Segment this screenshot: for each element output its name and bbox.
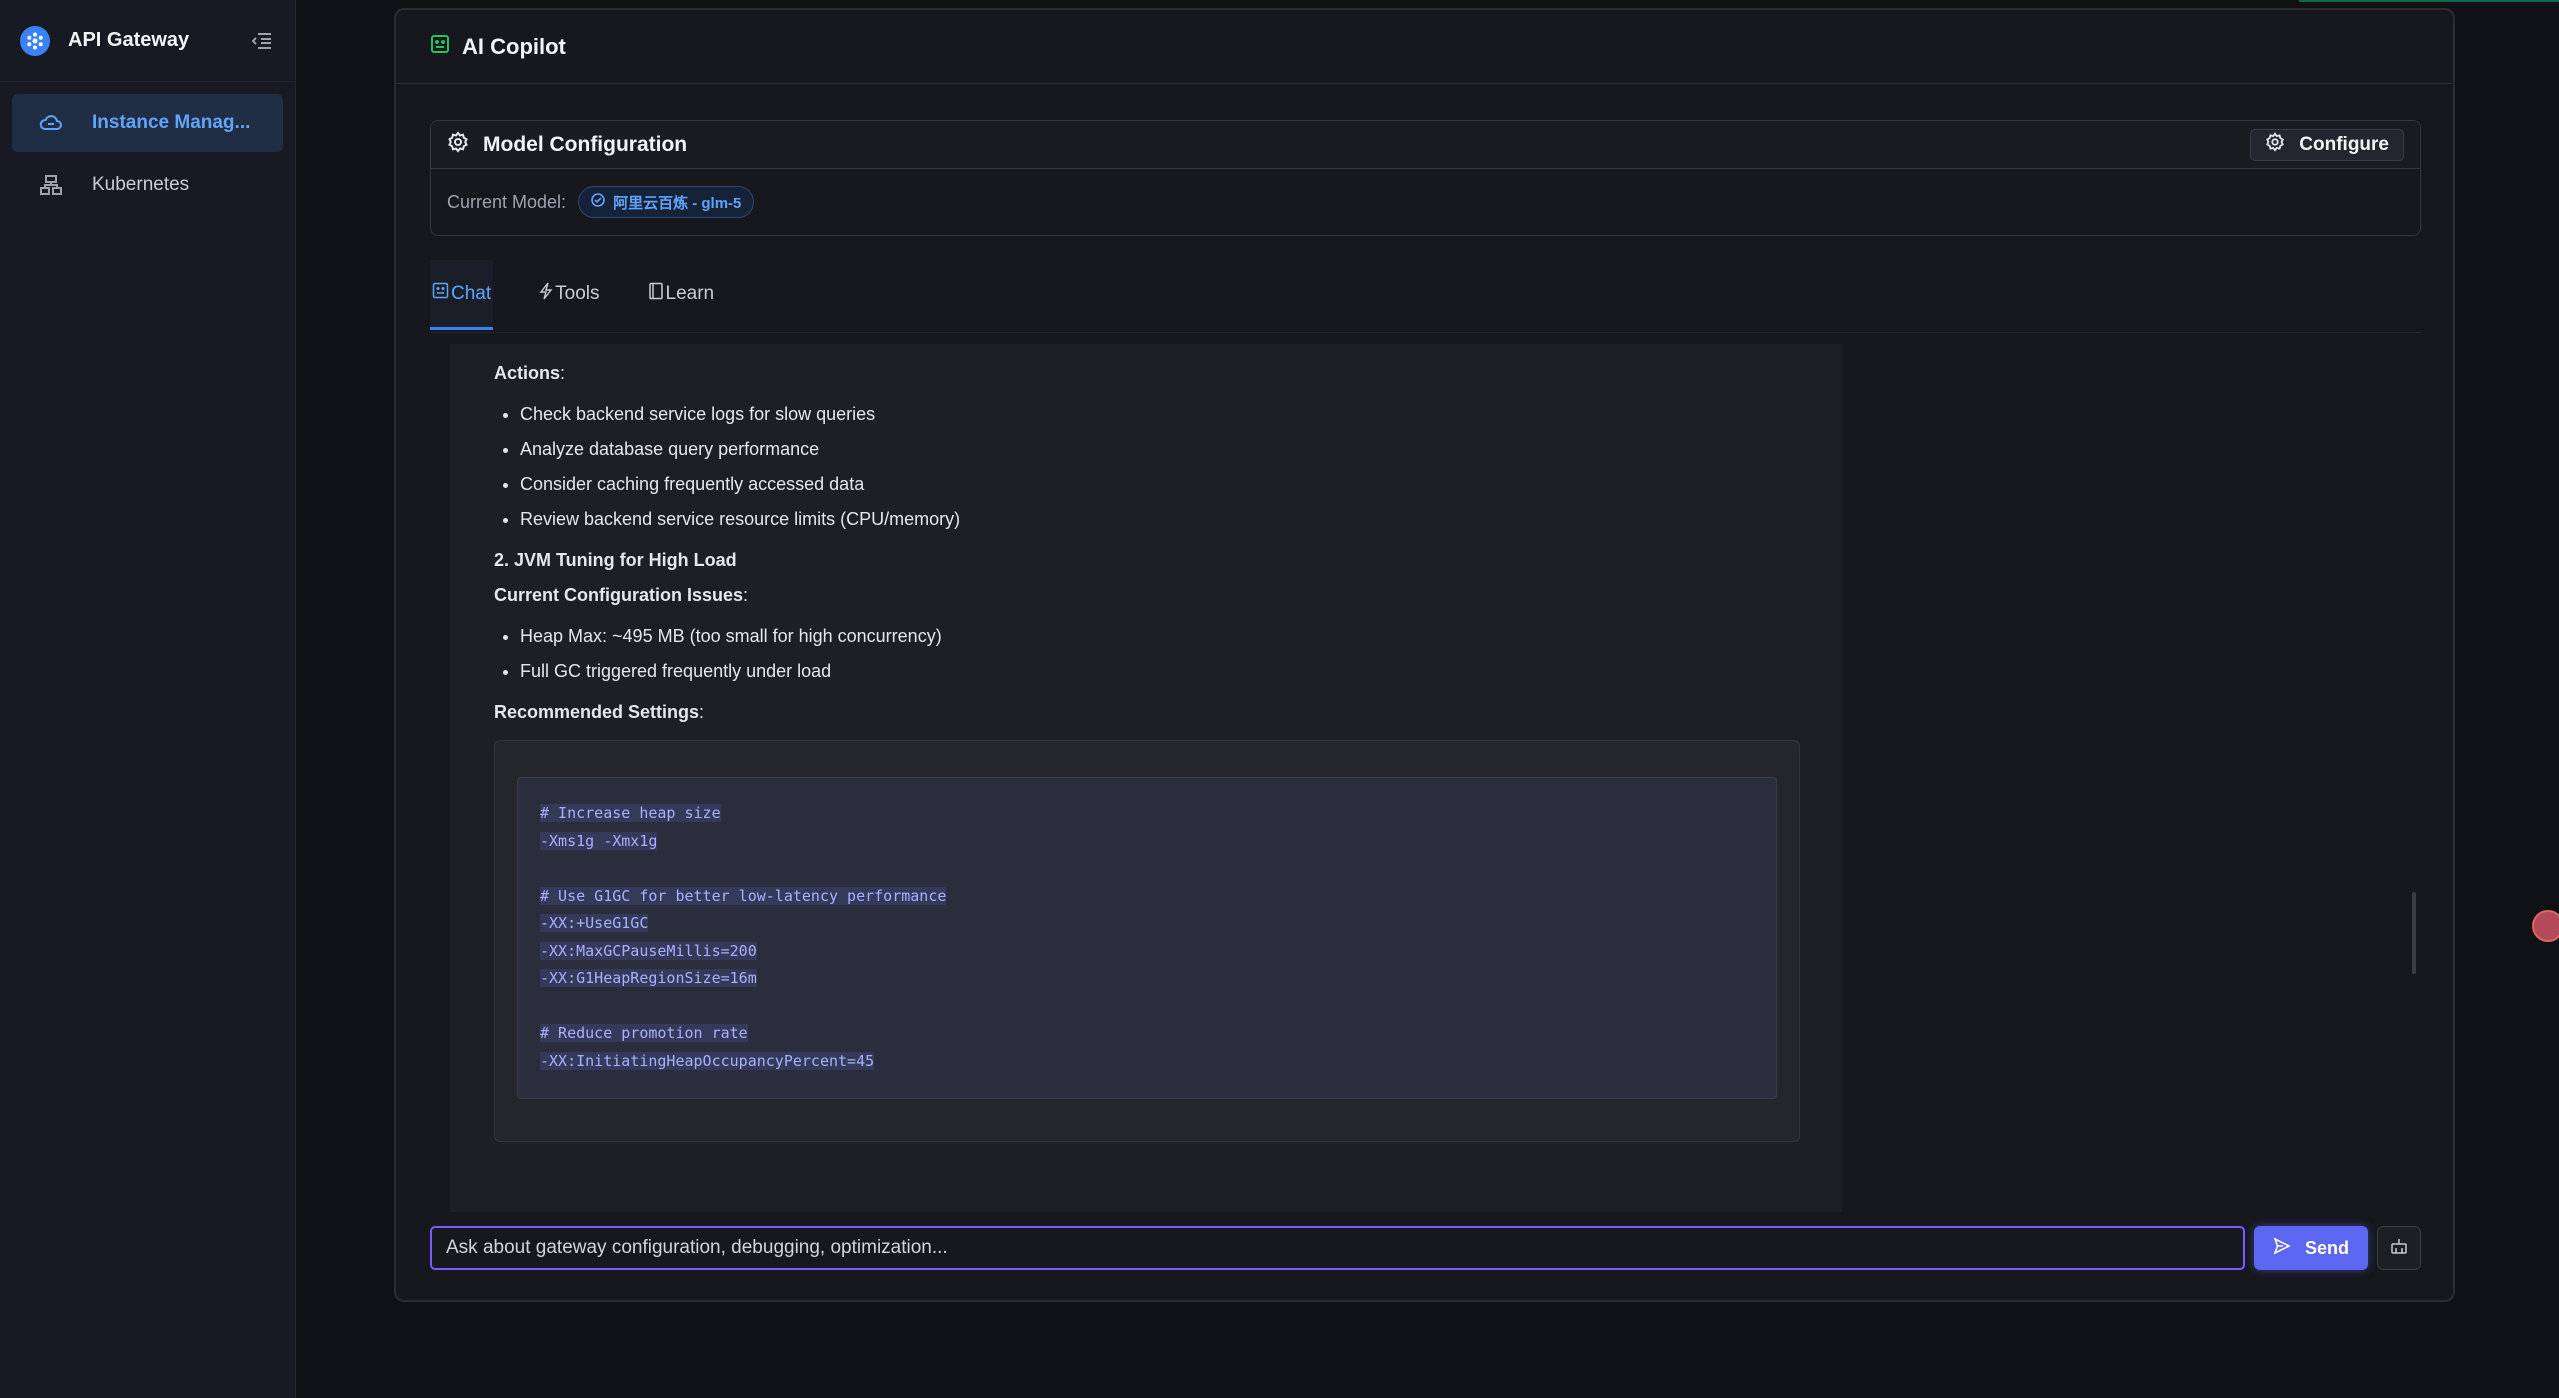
tab-tools[interactable]: Tools: [537, 260, 601, 330]
gear-icon: [2265, 131, 2285, 158]
code-line: # Use G1GC for better low-latency perfor…: [540, 886, 947, 905]
tab-chat[interactable]: Chat: [430, 260, 494, 330]
chat-icon: [432, 282, 449, 305]
code-line: # Increase heap size: [540, 804, 721, 822]
sidebar-item-instance-management[interactable]: Instance Manag...: [12, 94, 283, 152]
clear-chat-button[interactable]: [2377, 1226, 2421, 1270]
model-card-title: Model Configuration: [483, 132, 688, 156]
current-model-tag: 阿里云百炼 - glm-5: [578, 186, 755, 218]
configure-button[interactable]: Configure: [2250, 128, 2404, 161]
issues-list: Heap Max: ~495 MB (too small for high co…: [520, 623, 1798, 685]
list-item: Heap Max: ~495 MB (too small for high co…: [520, 623, 1798, 650]
check-circle-icon: [591, 193, 605, 211]
send-icon: [2273, 1236, 2291, 1260]
list-item: Review backend service resource limits (…: [520, 506, 1798, 533]
tab-label: Chat: [451, 282, 492, 304]
list-item: Full GC triggered frequently under load: [520, 658, 1798, 685]
chat-input[interactable]: [446, 1237, 2229, 1259]
code-line: -XX:+UseG1GC: [540, 914, 649, 932]
tabs-divider: [430, 332, 2421, 333]
lightning-icon: [539, 282, 553, 306]
tab-label: Tools: [555, 282, 600, 304]
model-configuration-card: Model Configuration Configure Current Mo…: [430, 120, 2421, 236]
tab-learn[interactable]: Learn: [646, 260, 717, 330]
gear-icon: [447, 131, 469, 158]
sidebar: API Gateway Instance Manag... Kubernetes: [0, 0, 296, 1398]
floating-assistant-button[interactable]: [2532, 910, 2559, 942]
model-card-header: Model Configuration Configure: [431, 121, 2420, 169]
code-line: -Xms1g -Xmx1g: [540, 831, 658, 850]
code-line: -XX:G1HeapRegionSize=16m: [540, 969, 757, 987]
code-content[interactable]: # Increase heap size -Xms1g -Xmx1g # Use…: [517, 777, 1777, 1099]
list-item: Check backend service logs for slow quer…: [520, 401, 1798, 428]
broom-icon: [2390, 1237, 2408, 1260]
panel-header: AI Copilot: [396, 10, 2453, 84]
book-icon: [648, 282, 664, 306]
send-button[interactable]: Send: [2254, 1226, 2368, 1270]
ai-copilot-panel: AI Copilot Model Configuration Configure…: [394, 8, 2455, 1302]
code-line: # Reduce promotion rate: [540, 1024, 748, 1042]
collapse-sidebar-icon[interactable]: [249, 28, 275, 54]
cluster-icon: [38, 172, 64, 198]
sidebar-item-label: Instance Manag...: [92, 112, 251, 133]
copilot-tabs: Chat Tools Learn: [430, 260, 716, 330]
cloud-icon: [38, 110, 64, 136]
send-label: Send: [2304, 1237, 2349, 1258]
configure-label: Configure: [2299, 133, 2389, 155]
code-block: # Increase heap size -Xms1g -Xmx1g # Use…: [494, 740, 1800, 1142]
app-title: API Gateway: [68, 29, 190, 51]
sidebar-item-kubernetes[interactable]: Kubernetes: [12, 156, 283, 214]
app-logo-icon: [20, 25, 50, 56]
recommended-heading: Recommended Settings:: [494, 702, 705, 722]
chat-input-wrapper: [430, 1226, 2245, 1270]
tab-label: Learn: [665, 282, 715, 304]
model-card-body: Current Model: 阿里云百炼 - glm-5: [431, 169, 2420, 235]
panel-title: AI Copilot: [462, 33, 566, 59]
actions-list: Check backend service logs for slow quer…: [520, 401, 1798, 533]
chat-messages[interactable]: Actions: Check backend service logs for …: [450, 344, 1842, 1212]
chat-scrollbar[interactable]: [2412, 892, 2416, 974]
list-item: Analyze database query performance: [520, 436, 1798, 463]
current-model-value: 阿里云百炼 - glm-5: [613, 194, 742, 212]
section-title: 2. JVM Tuning for High Load: [494, 550, 737, 570]
issues-heading: Current Configuration Issues:: [494, 585, 749, 605]
actions-heading: Actions:: [494, 363, 566, 383]
robot-icon: [430, 34, 450, 59]
top-accent-line-right: [2299, 0, 2559, 2]
sidebar-item-label: Kubernetes: [92, 174, 190, 195]
assistant-message: Actions: Check backend service logs for …: [450, 344, 1842, 1142]
code-line: -XX:InitiatingHeapOccupancyPercent=45: [540, 1051, 875, 1070]
sidebar-header: API Gateway: [0, 0, 295, 82]
sidebar-nav: Instance Manag... Kubernetes: [0, 82, 295, 230]
code-line: -XX:MaxGCPauseMillis=200: [540, 941, 757, 960]
list-item: Consider caching frequently accessed dat…: [520, 471, 1798, 498]
current-model-label: Current Model:: [447, 191, 567, 212]
